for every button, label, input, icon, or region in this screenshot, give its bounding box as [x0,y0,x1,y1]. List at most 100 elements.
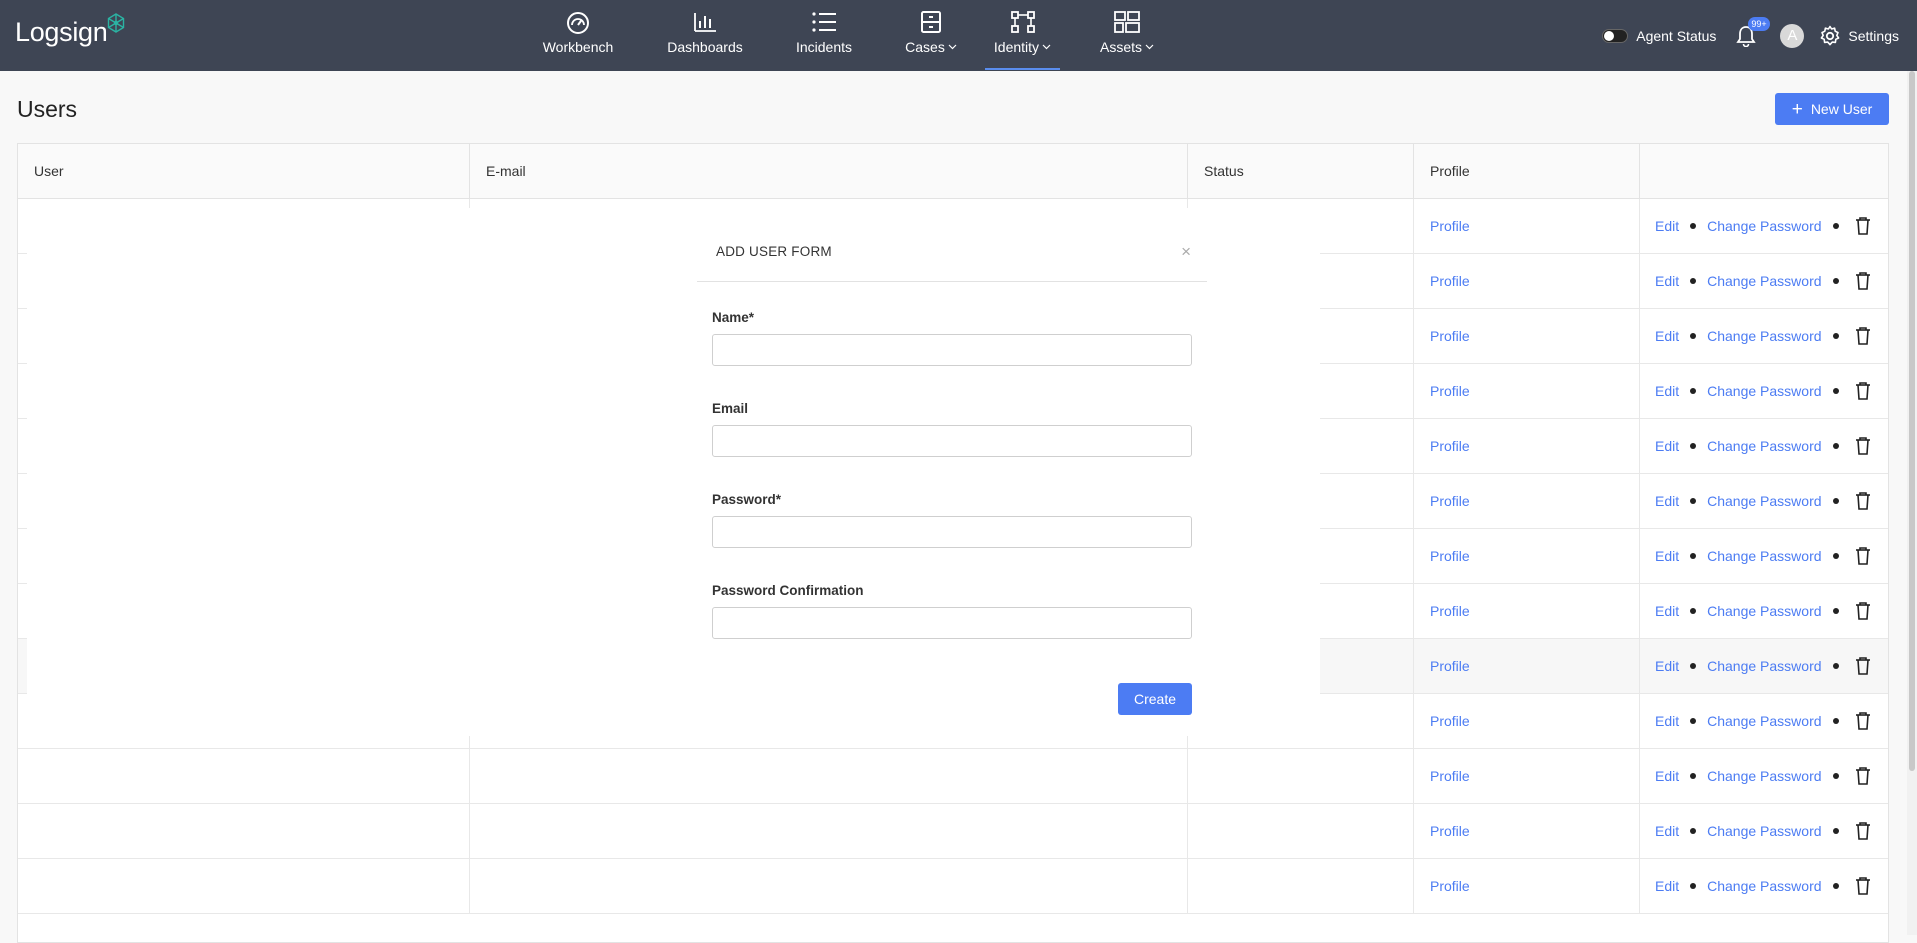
nav-dashboards[interactable]: Dashboards [667,0,743,71]
change-password-link[interactable]: Change Password [1707,658,1821,674]
new-user-label: New User [1810,101,1873,117]
delete-button[interactable] [1854,821,1872,841]
profile-link[interactable]: Profile [1430,438,1470,454]
table-row: Profile Edit Change Password [18,749,1888,804]
change-password-link[interactable]: Change Password [1707,878,1821,894]
actions-cell: Edit Change Password [1640,419,1888,473]
delete-button[interactable] [1854,381,1872,401]
edit-link[interactable]: Edit [1655,713,1679,729]
status-cell [1188,749,1414,803]
page-scrollbar[interactable] [1907,71,1917,935]
profile-link[interactable]: Profile [1430,878,1470,894]
edit-link[interactable]: Edit [1655,273,1679,289]
delete-button[interactable] [1854,876,1872,896]
separator-dot [1690,883,1697,889]
actions-cell: Edit Change Password [1640,529,1888,583]
delete-button[interactable] [1854,326,1872,346]
column-header-profile[interactable]: Profile [1414,144,1640,198]
profile-link[interactable]: Profile [1430,493,1470,509]
delete-button[interactable] [1854,766,1872,786]
add-user-modal: ADD USER FORM × Name* Email Password* Pa… [697,222,1207,742]
password-input[interactable] [712,516,1192,548]
trash-icon [1855,217,1870,235]
profile-link[interactable]: Profile [1430,383,1470,399]
profile-link[interactable]: Profile [1430,713,1470,729]
change-password-link[interactable]: Change Password [1707,273,1821,289]
logo[interactable]: Logsign [15,13,127,50]
password-confirmation-input[interactable] [712,607,1192,639]
agent-status-toggle[interactable] [1602,28,1629,43]
change-password-link[interactable]: Change Password [1707,328,1821,344]
profile-cell: Profile [1414,419,1640,473]
delete-button[interactable] [1854,601,1872,621]
avatar[interactable]: A [1780,23,1805,48]
notifications-button[interactable]: 99+ [1736,16,1770,47]
create-button[interactable]: Create [1118,683,1192,715]
column-header-user[interactable]: User [18,144,470,198]
table-header: User E-mail Status Profile [18,144,1888,199]
profile-link[interactable]: Profile [1430,768,1470,784]
change-password-link[interactable]: Change Password [1707,493,1821,509]
column-header-status[interactable]: Status [1188,144,1414,198]
grid-icon [1114,11,1140,33]
change-password-link[interactable]: Change Password [1707,603,1821,619]
edit-link[interactable]: Edit [1655,328,1679,344]
edit-link[interactable]: Edit [1655,603,1679,619]
nav-incidents[interactable]: Incidents [795,0,853,71]
profile-link[interactable]: Profile [1430,823,1470,839]
separator-dot [1832,773,1839,779]
edit-link[interactable]: Edit [1655,823,1679,839]
change-password-link[interactable]: Change Password [1707,218,1821,234]
change-password-link[interactable]: Change Password [1707,383,1821,399]
delete-button[interactable] [1854,491,1872,511]
nav-workbench[interactable]: Workbench [543,0,613,71]
settings-button[interactable]: Settings [1818,24,1899,48]
email-label: Email [712,401,749,416]
edit-link[interactable]: Edit [1655,438,1679,454]
password-confirmation-label: Password Confirmation [712,583,864,598]
profile-link[interactable]: Profile [1430,603,1470,619]
user-cell [18,859,470,913]
trash-icon [1855,822,1870,840]
email-input[interactable] [712,425,1192,457]
profile-link[interactable]: Profile [1430,548,1470,564]
nav-assets[interactable]: Assets [1098,0,1156,71]
separator-dot [1690,278,1697,284]
delete-button[interactable] [1854,546,1872,566]
delete-button[interactable] [1854,216,1872,236]
edit-link[interactable]: Edit [1655,768,1679,784]
edit-link[interactable]: Edit [1655,658,1679,674]
actions-cell: Edit Change Password [1640,859,1888,913]
change-password-link[interactable]: Change Password [1707,438,1821,454]
change-password-link[interactable]: Change Password [1707,713,1821,729]
name-input[interactable] [712,334,1192,366]
change-password-link[interactable]: Change Password [1707,548,1821,564]
nav-cases[interactable]: Cases [905,0,957,71]
separator-dot [1832,498,1839,504]
profile-link[interactable]: Profile [1430,218,1470,234]
network-icon [1010,11,1035,33]
profile-link[interactable]: Profile [1430,328,1470,344]
nav-identity[interactable]: Identity [985,0,1060,71]
status-cell [1188,859,1414,913]
new-user-button[interactable]: + New User [1775,93,1889,125]
trash-icon [1855,602,1870,620]
delete-button[interactable] [1854,436,1872,456]
edit-link[interactable]: Edit [1655,548,1679,564]
change-password-link[interactable]: Change Password [1707,768,1821,784]
delete-button[interactable] [1854,271,1872,291]
column-header-email[interactable]: E-mail [470,144,1188,198]
change-password-link[interactable]: Change Password [1707,823,1821,839]
edit-link[interactable]: Edit [1655,383,1679,399]
delete-button[interactable] [1854,656,1872,676]
profile-link[interactable]: Profile [1430,273,1470,289]
close-icon[interactable]: × [1181,243,1191,260]
separator-dot [1690,498,1697,504]
profile-link[interactable]: Profile [1430,658,1470,674]
scrollbar-thumb[interactable] [1909,71,1915,771]
separator-dot [1832,278,1839,284]
edit-link[interactable]: Edit [1655,218,1679,234]
edit-link[interactable]: Edit [1655,878,1679,894]
edit-link[interactable]: Edit [1655,493,1679,509]
delete-button[interactable] [1854,711,1872,731]
